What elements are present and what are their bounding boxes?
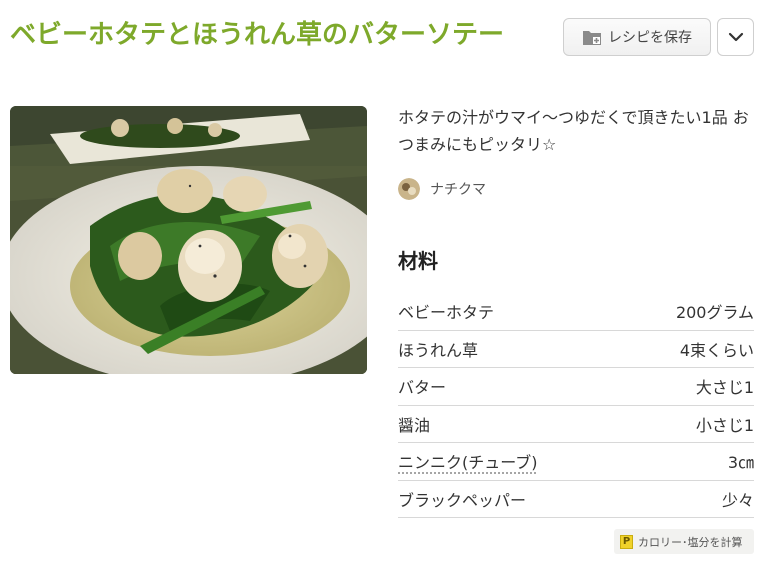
- ingredient-name-link[interactable]: ニンニク(チューブ): [398, 449, 538, 473]
- ingredient-name: ほうれん草: [398, 340, 479, 360]
- ingredient-name: バター: [398, 378, 447, 398]
- author-name: ナチクマ: [430, 182, 486, 198]
- ingredient-amount: 200グラム: [675, 303, 754, 323]
- save-recipe-label: レシピを保存: [608, 30, 692, 46]
- recipe-photo: [10, 106, 367, 374]
- chevron-down-icon: [728, 32, 743, 42]
- ingredient-row: ほうれん草 4束くらい: [398, 331, 754, 368]
- point-icon: P: [620, 534, 633, 549]
- ingredient-amount: 小さじ1: [695, 415, 754, 435]
- calorie-calc-label: カロリー･塩分を計算: [638, 535, 743, 549]
- ingredient-amount: 少々: [721, 490, 754, 510]
- ingredients-heading: 材料: [398, 249, 438, 273]
- calorie-calc-button[interactable]: P カロリー･塩分を計算: [614, 529, 754, 554]
- ingredient-amount: 3㎝: [727, 453, 754, 473]
- recipe-title: ベビーホタテとほうれん草のバターソテー: [10, 20, 505, 50]
- ingredient-row: 醤油 小さじ1: [398, 406, 754, 443]
- author-link[interactable]: ナチクマ: [398, 178, 486, 200]
- folder-plus-icon: [583, 31, 601, 45]
- ingredients-list: ベビーホタテ 200グラム ほうれん草 4束くらい バター 大さじ1 醤油 小さ…: [398, 293, 754, 518]
- ingredient-name: ベビーホタテ: [398, 303, 495, 323]
- save-recipe-button[interactable]: レシピを保存: [563, 18, 711, 56]
- author-avatar: [398, 178, 420, 200]
- ingredient-amount: 4束くらい: [679, 340, 754, 360]
- more-options-button[interactable]: [717, 18, 754, 56]
- ingredient-row: ベビーホタテ 200グラム: [398, 293, 754, 331]
- ingredient-name: ブラックペッパー: [398, 490, 527, 510]
- recipe-description: ホタテの汁がウマイ～つゆだくで頂きたい1品 おつまみにもピッタリ☆: [398, 108, 749, 154]
- ingredient-row: ニンニク(チューブ) 3㎝: [398, 443, 754, 481]
- ingredient-amount: 大さじ1: [695, 378, 754, 398]
- ingredient-row: ブラックペッパー 少々: [398, 481, 754, 518]
- ingredient-name: 醤油: [398, 415, 431, 435]
- ingredient-row: バター 大さじ1: [398, 368, 754, 406]
